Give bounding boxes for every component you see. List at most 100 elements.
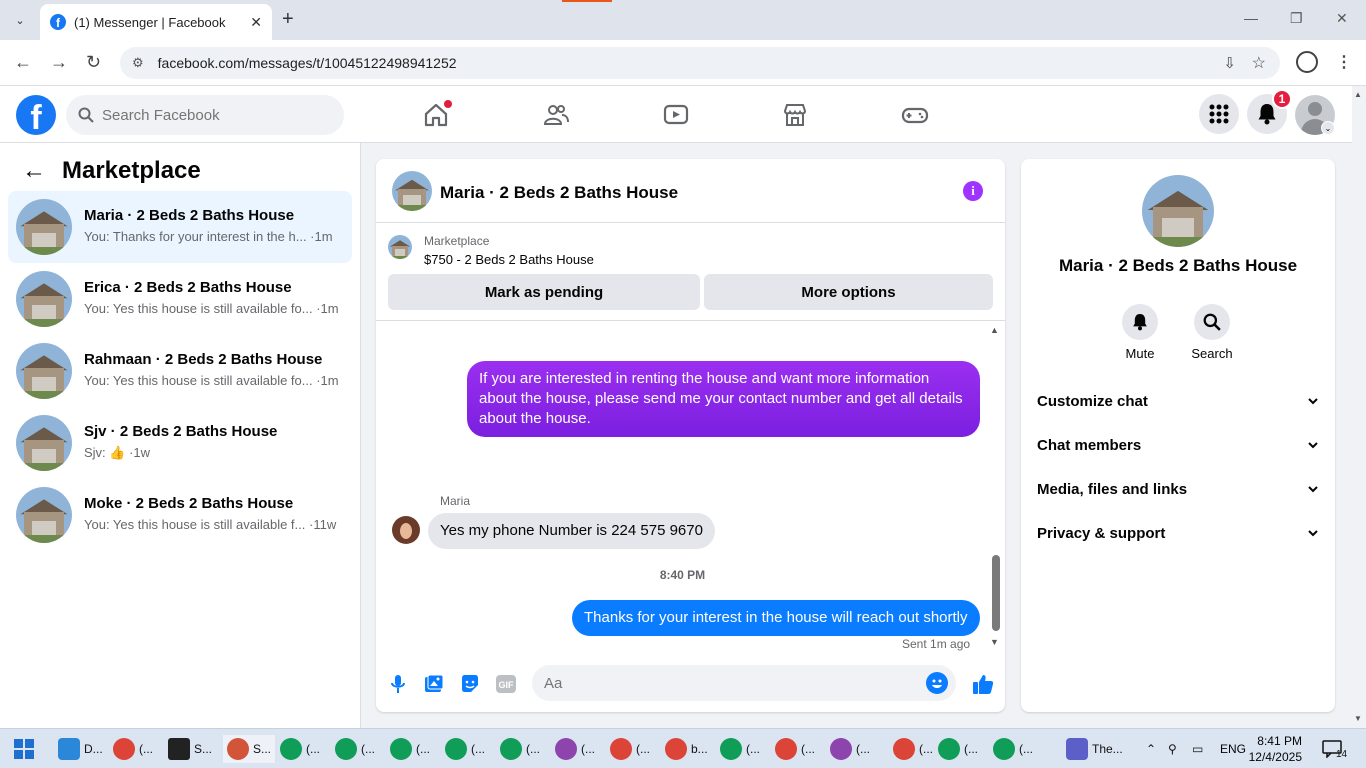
account-chevron-icon[interactable]: ⌄ (1321, 121, 1335, 135)
search-in-chat-button[interactable]: Search (1182, 304, 1242, 361)
tab-search-chevron-icon[interactable]: ⌄ (6, 7, 34, 33)
emoji-icon[interactable] (926, 672, 948, 694)
taskbar-item[interactable]: (... (775, 735, 815, 763)
taskbar-item[interactable]: S... (168, 735, 212, 763)
microphone-icon[interactable] (386, 672, 410, 696)
message-input[interactable] (544, 674, 914, 692)
bookmark-star-icon[interactable]: ☆ (1252, 53, 1266, 73)
gaming-icon[interactable] (900, 100, 930, 130)
taskbar-item[interactable]: (... (113, 735, 153, 763)
scrollbar-thumb[interactable] (992, 555, 1000, 631)
url-text[interactable]: facebook.com/messages/t/1004512249894125… (158, 55, 457, 71)
page-scroll-up-icon[interactable]: ▲ (1354, 90, 1362, 99)
browser-menu-icon[interactable]: ⋮ (1336, 52, 1352, 72)
outgoing-message[interactable]: If you are interested in renting the hou… (467, 361, 980, 437)
mark-as-pending-button[interactable]: Mark as pending (388, 274, 700, 310)
mute-button[interactable]: Mute (1110, 304, 1170, 361)
marketplace-header: ← Marketplace (22, 157, 201, 185)
taskbar-item[interactable]: (... (830, 735, 870, 763)
taskbar-item-label: b... (691, 742, 708, 756)
conversation-item-maria[interactable]: Maria · 2 Beds 2 Baths House You: Thanks… (8, 191, 352, 263)
taskbar-item[interactable]: (... (280, 735, 320, 763)
more-options-button[interactable]: More options (704, 274, 993, 310)
taskbar-item[interactable]: (... (555, 735, 595, 763)
taskbar-item[interactable]: (... (938, 735, 978, 763)
listing-thumbnail[interactable] (388, 235, 412, 259)
listing-price[interactable]: $750 - 2 Beds 2 Baths House (424, 252, 594, 267)
bell-icon (1122, 304, 1158, 340)
conversation-item-moke[interactable]: Moke · 2 Beds 2 Baths House You: Yes thi… (8, 479, 352, 551)
taskbar-item[interactable]: (... (893, 735, 933, 763)
conversation-item-rahmaan[interactable]: Rahmaan · 2 Beds 2 Baths House You: Yes … (8, 335, 352, 407)
scroll-up-icon[interactable]: ▲ (990, 325, 999, 335)
taskbar-item-label: (... (416, 742, 430, 756)
menu-grid-button[interactable] (1199, 94, 1239, 134)
page-scroll-down-icon[interactable]: ▼ (1354, 714, 1362, 723)
taskbar-item[interactable]: b... (665, 735, 708, 763)
facebook-logo-icon[interactable]: f (16, 95, 56, 135)
forward-arrow-icon[interactable]: → (50, 52, 68, 73)
photo-icon[interactable] (422, 672, 446, 696)
site-info-icon[interactable]: ⚙ (132, 55, 144, 71)
facebook-top-nav: f (0, 86, 1352, 143)
taskbar-item-active[interactable]: S... (223, 735, 276, 763)
customize-chat-row[interactable]: Customize chat (1037, 381, 1319, 421)
message-timestamp: 8:40 PM (659, 568, 706, 582)
friends-icon[interactable] (541, 100, 571, 130)
restore-icon[interactable]: ❐ (1290, 10, 1303, 27)
outgoing-message[interactable]: Thanks for your interest in the house wi… (572, 600, 980, 636)
gif-icon[interactable]: GIF (494, 672, 518, 696)
media-files-links-row[interactable]: Media, files and links (1037, 469, 1319, 509)
system-clock[interactable]: 8:41 PM 12/4/2025 (1232, 733, 1302, 765)
message-input-box[interactable] (532, 665, 956, 701)
taskbar-item[interactable]: (... (720, 735, 760, 763)
facebook-search-input[interactable] (102, 106, 322, 124)
info-icon[interactable]: i (963, 181, 983, 201)
install-app-icon[interactable]: ⇩ (1223, 54, 1236, 72)
facebook-search[interactable] (66, 95, 344, 135)
conversation-name: Erica · 2 Beds 2 Baths House (84, 279, 292, 296)
taskbar-item[interactable]: (... (610, 735, 650, 763)
scroll-down-icon[interactable]: ▼ (990, 637, 999, 647)
taskbar-item[interactable]: (... (445, 735, 485, 763)
battery-icon[interactable]: ▭ (1192, 735, 1203, 763)
incoming-message[interactable]: Yes my phone Number is 224 575 9670 (428, 513, 715, 549)
bell-icon (1258, 104, 1276, 125)
close-tab-icon[interactable]: ✕ (250, 14, 262, 31)
notification-center[interactable]: 14 (1322, 735, 1347, 763)
house-thumbnail (16, 343, 72, 399)
taskbar-item[interactable]: D... (58, 735, 103, 763)
reload-icon[interactable]: ↻ (86, 52, 101, 73)
chat-scrollbar[interactable]: ▲ ▼ (989, 323, 1001, 653)
new-tab-plus-icon[interactable]: + (282, 8, 294, 31)
show-hidden-icons-chevron-icon[interactable]: ⌃ (1146, 735, 1156, 763)
sender-avatar[interactable] (392, 516, 420, 544)
taskbar-item[interactable]: (... (390, 735, 430, 763)
conversation-item-erica[interactable]: Erica · 2 Beds 2 Baths House You: Yes th… (8, 263, 352, 335)
chat-title[interactable]: Maria · 2 Beds 2 Baths House (440, 183, 678, 203)
thumbs-up-icon[interactable] (971, 672, 995, 696)
close-window-icon[interactable]: ✕ (1336, 10, 1348, 27)
network-icon[interactable]: ⚲ (1168, 735, 1177, 763)
details-house-thumbnail[interactable] (1142, 175, 1214, 247)
back-arrow-icon[interactable]: ← (14, 52, 32, 73)
start-button[interactable] (14, 735, 34, 763)
chat-members-row[interactable]: Chat members (1037, 425, 1319, 465)
sticker-icon[interactable] (458, 672, 482, 696)
chrome-icon (938, 738, 960, 760)
taskbar-item[interactable]: (... (335, 735, 375, 763)
marketplace-icon[interactable] (780, 100, 810, 130)
back-arrow-icon[interactable]: ← (22, 157, 46, 185)
chat-house-thumbnail[interactable] (392, 171, 432, 211)
taskbar-item[interactable]: (... (500, 735, 540, 763)
conversation-item-sjv[interactable]: Sjv · 2 Beds 2 Baths House Sjv: 👍 ·1w (8, 407, 352, 479)
browser-profile-icon[interactable] (1296, 51, 1318, 73)
browser-tab-messenger[interactable]: f (1) Messenger | Facebook ✕ (40, 4, 272, 40)
privacy-support-row[interactable]: Privacy & support (1037, 513, 1319, 553)
omnibox[interactable]: ⚙ facebook.com/messages/t/10045122498941… (120, 47, 1280, 79)
taskbar-item[interactable]: The... (1066, 735, 1123, 763)
section-label: Privacy & support (1037, 524, 1166, 542)
video-icon[interactable] (661, 100, 691, 130)
minimize-icon[interactable]: — (1244, 10, 1258, 26)
taskbar-item[interactable]: (... (993, 735, 1033, 763)
